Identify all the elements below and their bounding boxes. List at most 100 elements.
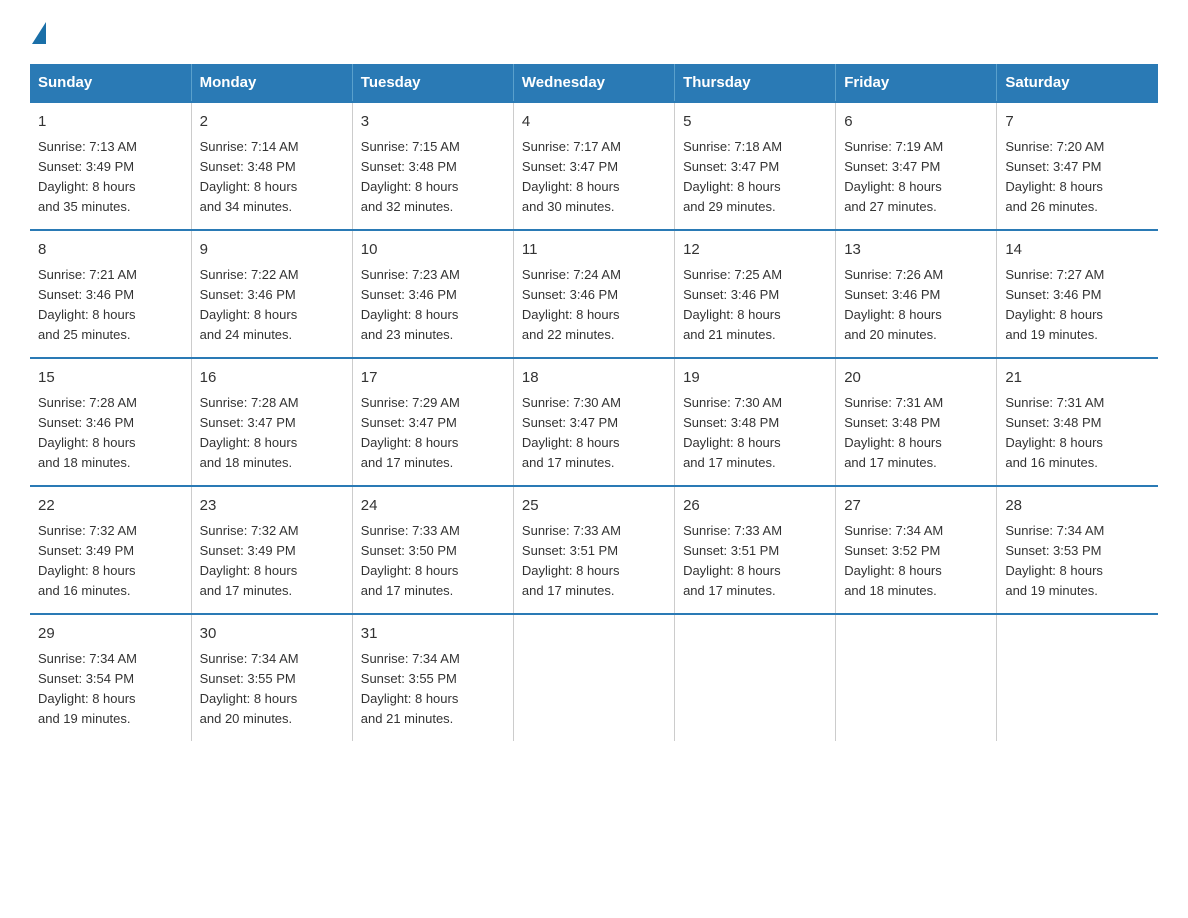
day-cell-26: 26Sunrise: 7:33 AMSunset: 3:51 PMDayligh… (675, 486, 836, 614)
day-info: Sunrise: 7:34 AMSunset: 3:55 PMDaylight:… (361, 649, 505, 730)
day-number: 3 (361, 111, 505, 134)
weekday-header-thursday: Thursday (675, 64, 836, 102)
day-number: 17 (361, 367, 505, 390)
day-number: 5 (683, 111, 827, 134)
day-info: Sunrise: 7:20 AMSunset: 3:47 PMDaylight:… (1005, 137, 1150, 218)
day-info: Sunrise: 7:30 AMSunset: 3:47 PMDaylight:… (522, 393, 666, 474)
day-number: 21 (1005, 367, 1150, 390)
day-info: Sunrise: 7:13 AMSunset: 3:49 PMDaylight:… (38, 137, 183, 218)
day-info: Sunrise: 7:31 AMSunset: 3:48 PMDaylight:… (844, 393, 988, 474)
day-cell-17: 17 Sunrise: 7:29 AMSunset: 3:47 PMDayligh… (352, 358, 513, 486)
day-number: 31 (361, 623, 505, 646)
day-number: 24 (361, 495, 505, 518)
day-cell-25: 25 Sunrise: 7:33 AMSunset: 3:51 PMDayligh… (513, 486, 674, 614)
day-number: 19 (683, 367, 827, 390)
day-info: Sunrise: 7:18 AMSunset: 3:47 PMDaylight:… (683, 137, 827, 218)
day-info: Sunrise: 7:28 AMSunset: 3:47 PMDaylight:… (200, 393, 344, 474)
day-number: 26 (683, 495, 827, 518)
day-number: 7 (1005, 111, 1150, 134)
day-number: 27 (844, 495, 988, 518)
day-info: Sunrise: 7:34 AMSunset: 3:52 PMDaylight:… (844, 521, 988, 602)
day-info: Sunrise: 7:28 AMSunset: 3:46 PMDaylight:… (38, 393, 183, 474)
day-cell-7: 7 Sunrise: 7:20 AMSunset: 3:47 PMDaylight… (997, 102, 1158, 230)
day-number: 30 (200, 623, 344, 646)
day-number: 22 (38, 495, 183, 518)
day-number: 14 (1005, 239, 1150, 262)
day-info: Sunrise: 7:27 AMSunset: 3:46 PMDaylight:… (1005, 265, 1150, 346)
weekday-header-saturday: Saturday (997, 64, 1158, 102)
week-row-1: 1 Sunrise: 7:13 AMSunset: 3:49 PMDaylight… (30, 102, 1158, 230)
day-cell-15: 15 Sunrise: 7:28 AMSunset: 3:46 PMDayligh… (30, 358, 191, 486)
day-info: Sunrise: 7:23 AMSunset: 3:46 PMDaylight:… (361, 265, 505, 346)
day-cell-9: 9 Sunrise: 7:22 AMSunset: 3:46 PMDaylight… (191, 230, 352, 358)
logo (30, 20, 46, 44)
day-info: Sunrise: 7:30 AMSunset: 3:48 PMDaylight:… (683, 393, 827, 474)
day-cell-11: 11 Sunrise: 7:24 AMSunset: 3:46 PMDayligh… (513, 230, 674, 358)
day-info: Sunrise: 7:32 AMSunset: 3:49 PMDaylight:… (200, 521, 344, 602)
day-number: 16 (200, 367, 344, 390)
page-header (30, 20, 1158, 44)
week-row-4: 22 Sunrise: 7:32 AMSunset: 3:49 PMDayligh… (30, 486, 1158, 614)
week-row-5: 29Sunrise: 7:34 AMSunset: 3:54 PMDayligh… (30, 614, 1158, 741)
day-cell-16: 16 Sunrise: 7:28 AMSunset: 3:47 PMDayligh… (191, 358, 352, 486)
day-info: Sunrise: 7:21 AMSunset: 3:46 PMDaylight:… (38, 265, 183, 346)
day-cell-27: 27 Sunrise: 7:34 AMSunset: 3:52 PMDayligh… (836, 486, 997, 614)
week-row-2: 8 Sunrise: 7:21 AMSunset: 3:46 PMDaylight… (30, 230, 1158, 358)
day-info: Sunrise: 7:17 AMSunset: 3:47 PMDaylight:… (522, 137, 666, 218)
day-info: Sunrise: 7:31 AMSunset: 3:48 PMDaylight:… (1005, 393, 1150, 474)
day-number: 9 (200, 239, 344, 262)
day-cell-21: 21 Sunrise: 7:31 AMSunset: 3:48 PMDayligh… (997, 358, 1158, 486)
day-info: Sunrise: 7:25 AMSunset: 3:46 PMDaylight:… (683, 265, 827, 346)
day-number: 20 (844, 367, 988, 390)
day-number: 28 (1005, 495, 1150, 518)
day-cell-1: 1 Sunrise: 7:13 AMSunset: 3:49 PMDaylight… (30, 102, 191, 230)
day-number: 11 (522, 239, 666, 262)
day-number: 15 (38, 367, 183, 390)
day-info: Sunrise: 7:33 AMSunset: 3:50 PMDaylight:… (361, 521, 505, 602)
day-cell-5: 5 Sunrise: 7:18 AMSunset: 3:47 PMDaylight… (675, 102, 836, 230)
empty-cell (675, 614, 836, 741)
day-cell-31: 31 Sunrise: 7:34 AMSunset: 3:55 PMDayligh… (352, 614, 513, 741)
day-number: 13 (844, 239, 988, 262)
day-info: Sunrise: 7:33 AMSunset: 3:51 PMDaylight:… (522, 521, 666, 602)
weekday-header-wednesday: Wednesday (513, 64, 674, 102)
day-number: 1 (38, 111, 183, 134)
weekday-header-monday: Monday (191, 64, 352, 102)
day-cell-2: 2 Sunrise: 7:14 AMSunset: 3:48 PMDaylight… (191, 102, 352, 230)
day-cell-12: 12 Sunrise: 7:25 AMSunset: 3:46 PMDayligh… (675, 230, 836, 358)
day-info: Sunrise: 7:34 AMSunset: 3:55 PMDaylight:… (200, 649, 344, 730)
day-cell-28: 28 Sunrise: 7:34 AMSunset: 3:53 PMDayligh… (997, 486, 1158, 614)
day-cell-14: 14 Sunrise: 7:27 AMSunset: 3:46 PMDayligh… (997, 230, 1158, 358)
day-info: Sunrise: 7:24 AMSunset: 3:46 PMDaylight:… (522, 265, 666, 346)
day-cell-19: 19 Sunrise: 7:30 AMSunset: 3:48 PMDayligh… (675, 358, 836, 486)
day-cell-23: 23 Sunrise: 7:32 AMSunset: 3:49 PMDayligh… (191, 486, 352, 614)
day-number: 18 (522, 367, 666, 390)
day-cell-6: 6 Sunrise: 7:19 AMSunset: 3:47 PMDaylight… (836, 102, 997, 230)
day-info: Sunrise: 7:34 AMSunset: 3:53 PMDaylight:… (1005, 521, 1150, 602)
weekday-header-sunday: Sunday (30, 64, 191, 102)
day-number: 8 (38, 239, 183, 262)
day-cell-20: 20 Sunrise: 7:31 AMSunset: 3:48 PMDayligh… (836, 358, 997, 486)
weekday-header-tuesday: Tuesday (352, 64, 513, 102)
week-row-3: 15 Sunrise: 7:28 AMSunset: 3:46 PMDayligh… (30, 358, 1158, 486)
day-info: Sunrise: 7:19 AMSunset: 3:47 PMDaylight:… (844, 137, 988, 218)
day-cell-4: 4 Sunrise: 7:17 AMSunset: 3:47 PMDaylight… (513, 102, 674, 230)
day-number: 4 (522, 111, 666, 134)
day-cell-3: 3Sunrise: 7:15 AMSunset: 3:48 PMDaylight… (352, 102, 513, 230)
calendar-table: SundayMondayTuesdayWednesdayThursdayFrid… (30, 64, 1158, 741)
day-info: Sunrise: 7:29 AMSunset: 3:47 PMDaylight:… (361, 393, 505, 474)
day-number: 2 (200, 111, 344, 134)
empty-cell (513, 614, 674, 741)
weekday-header-row: SundayMondayTuesdayWednesdayThursdayFrid… (30, 64, 1158, 102)
day-number: 25 (522, 495, 666, 518)
day-info: Sunrise: 7:14 AMSunset: 3:48 PMDaylight:… (200, 137, 344, 218)
day-number: 12 (683, 239, 827, 262)
day-number: 23 (200, 495, 344, 518)
day-info: Sunrise: 7:26 AMSunset: 3:46 PMDaylight:… (844, 265, 988, 346)
day-cell-24: 24 Sunrise: 7:33 AMSunset: 3:50 PMDayligh… (352, 486, 513, 614)
weekday-header-friday: Friday (836, 64, 997, 102)
day-info: Sunrise: 7:22 AMSunset: 3:46 PMDaylight:… (200, 265, 344, 346)
logo-triangle-icon (32, 22, 46, 44)
day-number: 6 (844, 111, 988, 134)
day-cell-29: 29Sunrise: 7:34 AMSunset: 3:54 PMDayligh… (30, 614, 191, 741)
